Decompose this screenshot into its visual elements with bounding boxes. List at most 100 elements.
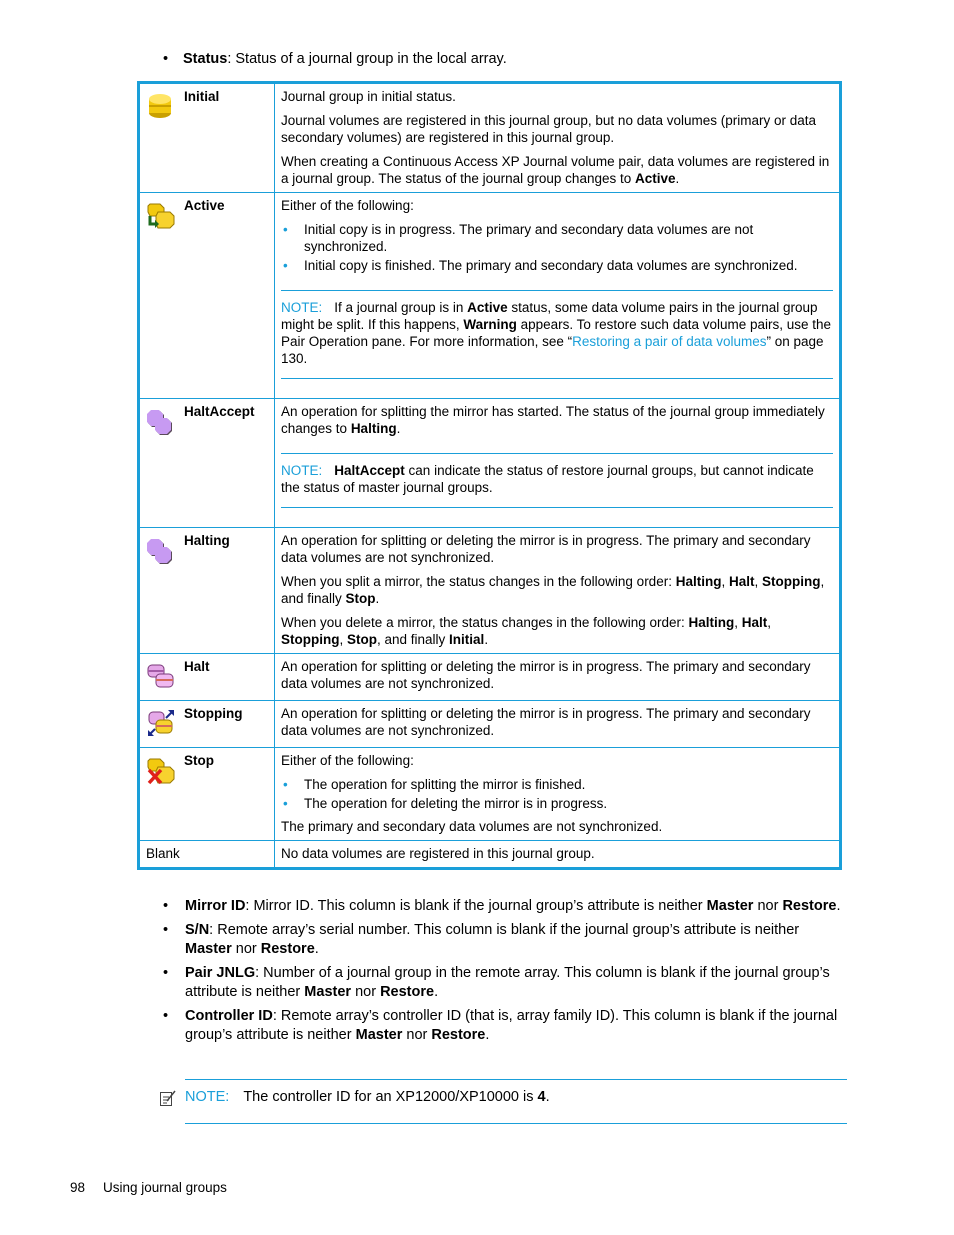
list-item: Initial copy is in progress. The primary… — [281, 221, 833, 255]
bold-term: S/N — [185, 922, 210, 938]
list-item: The operation for deleting the mirror is… — [281, 795, 833, 812]
bold-term: Restore — [431, 1027, 486, 1043]
lead-text: Either of the following: — [281, 198, 414, 213]
table-row-halt: Halt An operation for splitting or delet… — [138, 653, 841, 701]
bold-term: 4 — [537, 1089, 546, 1105]
text: : Remote array’s serial number. This col… — [209, 922, 800, 938]
text: , — [767, 615, 772, 630]
controller-id-note: NOTE: The controller ID for an XP12000/XP… — [185, 1079, 847, 1124]
database-yellow-icon — [149, 94, 171, 118]
status-label: Halting — [184, 533, 230, 548]
column-description-list: Mirror ID: Mirror ID. This column is bla… — [163, 897, 843, 1050]
status-label: Stop — [184, 753, 214, 768]
database-pink-icon — [147, 664, 174, 688]
note-box: NOTE: If a journal group is in Active sta… — [281, 290, 833, 379]
text: . — [375, 591, 380, 606]
list-item: The operation for splitting the mirror i… — [281, 776, 833, 793]
note-label: NOTE: — [281, 300, 323, 315]
bold-term: Restore — [380, 984, 435, 1000]
status-description-cell: Journal group in initial status. Journal… — [274, 82, 841, 193]
status-label: Initial — [184, 89, 220, 104]
text: When creating a Continuous Access XP Jou… — [281, 154, 830, 186]
halting-purple-icon — [147, 539, 172, 564]
text: , — [339, 632, 347, 647]
bold-term: Stop — [345, 591, 376, 606]
status-description-cell: An operation for splitting or deleting t… — [274, 527, 841, 654]
status-label: Halt — [184, 659, 210, 674]
status-label: HaltAccept — [184, 404, 255, 419]
text: . — [314, 941, 319, 957]
status-label: Stopping — [184, 706, 243, 721]
bold-term: Active — [635, 171, 676, 186]
text: . — [434, 984, 439, 1000]
status-name-cell: Initial — [138, 82, 275, 193]
bold-term: Halt — [728, 574, 755, 589]
list-item-controller-id: Controller ID: Remote array’s controller… — [163, 1007, 843, 1045]
status-description-cell: An operation for splitting or deleting t… — [274, 653, 841, 701]
text: . — [485, 1027, 490, 1043]
paragraph: Journal volumes are registered in this j… — [281, 113, 817, 145]
bullet-dot: • — [163, 51, 169, 67]
bullet-list: The operation for splitting the mirror i… — [281, 776, 833, 812]
text: , — [721, 574, 729, 589]
bold-term: Pair JNLG — [185, 965, 256, 981]
text: : Number of a journal group in the remot… — [185, 965, 830, 1000]
paragraph: Journal group in initial status. — [281, 89, 456, 104]
text: . — [484, 632, 489, 647]
bold-term: HaltAccept — [334, 463, 405, 478]
text: , — [754, 574, 762, 589]
text: When you delete a mirror, the status cha… — [281, 615, 689, 630]
halt-accept-purple-icon — [147, 410, 172, 435]
list-item-sn: S/N: Remote array’s serial number. This … — [163, 921, 843, 959]
note-text: NOTE: The controller ID for an XP12000/XP… — [185, 1089, 550, 1105]
table-row-halting: Halting An operation for splitting or de… — [138, 527, 841, 654]
text: . — [675, 171, 680, 186]
bold-term: Initial — [449, 632, 485, 647]
status-description-cell: No data volumes are registered in this j… — [274, 840, 841, 869]
text: The controller ID for an XP12000/XP10000… — [243, 1089, 538, 1105]
paragraph: The primary and secondary data volumes a… — [281, 819, 663, 834]
section-title: Using journal groups — [103, 1180, 227, 1195]
note-label: NOTE: — [185, 1089, 230, 1105]
status-name-cell: Halt — [138, 653, 275, 701]
page-number: 98 — [70, 1180, 86, 1195]
bold-term: Halt — [741, 615, 768, 630]
bold-term: Halting — [688, 615, 735, 630]
status-bullet: • Status: Status of a journal group in th… — [163, 51, 507, 67]
text: : Remote array’s controller ID (that is,… — [185, 1008, 838, 1043]
table-row-haltaccept: HaltAccept An operation for splitting th… — [138, 398, 841, 528]
status-term: Status — [183, 51, 228, 67]
table-row-blank: Blank No data volumes are registered in … — [138, 840, 841, 869]
text: : Mirror ID. This column is blank if the… — [245, 898, 707, 914]
status-description-cell: Either of the following: Initial copy is… — [274, 192, 841, 399]
text: nor — [753, 898, 783, 914]
list-item: Initial copy is finished. The primary an… — [281, 257, 833, 274]
text: nor — [231, 941, 261, 957]
status-description-cell: An operation for splitting or deleting t… — [274, 700, 841, 748]
paragraph: No data volumes are registered in this j… — [281, 846, 595, 861]
status-name-cell: Active — [138, 192, 275, 399]
paragraph: An operation for splitting or deleting t… — [281, 533, 811, 565]
status-name-cell: Halting — [138, 527, 275, 654]
paragraph: An operation for splitting or deleting t… — [281, 706, 811, 738]
restoring-pair-link[interactable]: Restoring a pair of data volumes — [572, 334, 766, 349]
status-name-cell: Stopping — [138, 700, 275, 748]
status-name-cell: HaltAccept — [138, 398, 275, 528]
table-row-initial: Initial Journal group in initial status.… — [138, 82, 841, 193]
text: When you split a mirror, the status chan… — [281, 574, 676, 589]
bold-term: Master — [355, 1027, 403, 1043]
bold-term: Master — [706, 898, 754, 914]
status-description: : Status of a journal group in the local… — [227, 51, 507, 67]
bold-term: Stopping — [281, 632, 340, 647]
list-item-pair-jnlg: Pair JNLG: Number of a journal group in … — [163, 964, 843, 1002]
bold-term: Restore — [782, 898, 837, 914]
status-label: Active — [184, 198, 225, 213]
bold-term: Warning — [463, 317, 517, 332]
database-stopping-arrows-icon — [148, 710, 174, 736]
bold-term: Stopping — [762, 574, 821, 589]
paragraph: An operation for splitting the mirror ha… — [281, 403, 833, 437]
paragraph: When creating a Continuous Access XP Jou… — [281, 153, 833, 187]
text: nor — [402, 1027, 432, 1043]
text: nor — [351, 984, 381, 1000]
bold-term: Controller ID — [185, 1008, 273, 1024]
